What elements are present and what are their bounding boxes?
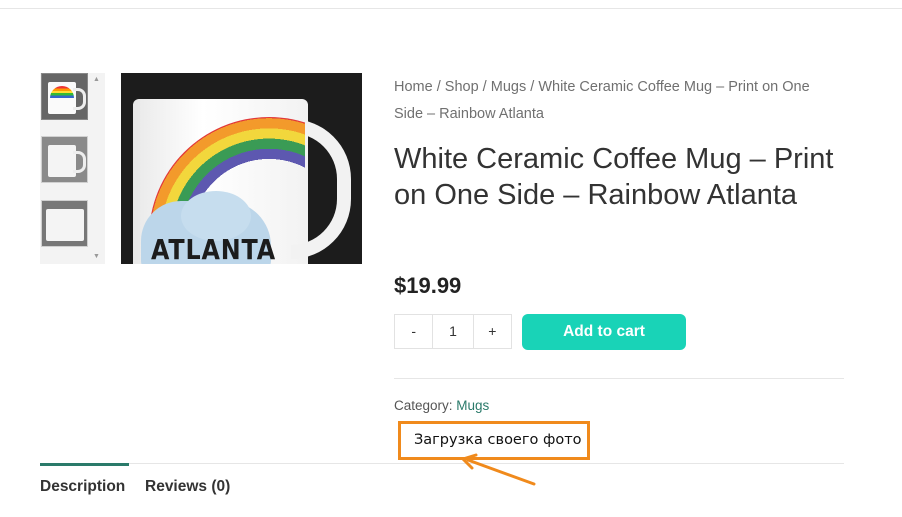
breadcrumb: Home / Shop / Mugs / White Ceramic Coffe… (394, 74, 834, 128)
breadcrumb-mugs[interactable]: Mugs (491, 79, 526, 95)
product-price: $19.99 (394, 273, 462, 298)
divider (394, 378, 844, 379)
mug-thumbnail-image (46, 209, 84, 241)
category-link-mugs[interactable]: Mugs (456, 398, 489, 413)
breadcrumb-separator: / (526, 79, 539, 95)
tab-reviews[interactable]: Reviews (0) (145, 478, 230, 496)
add-to-cart-button[interactable]: Add to cart (522, 314, 686, 350)
breadcrumb-home[interactable]: Home (394, 79, 433, 95)
category-label: Category: (394, 398, 457, 413)
upload-photo-button[interactable]: Загрузка своего фото (398, 421, 590, 460)
scroll-up-icon[interactable]: ▲ (89, 73, 104, 87)
quantity-input[interactable]: 1 (432, 315, 474, 348)
product-title: White Ceramic Coffee Mug – Print on One … (394, 143, 834, 211)
thumbnail-scrollbar[interactable]: ▲ ▼ (89, 73, 104, 264)
breadcrumb-shop[interactable]: Shop (445, 79, 479, 95)
quantity-stepper: - 1 + (394, 314, 512, 349)
mug-print-text: ATLANTA (151, 233, 277, 264)
product-category: Category: Mugs (394, 398, 489, 413)
product-main-image[interactable]: ATLANTA (121, 73, 362, 264)
tab-description[interactable]: Description (40, 478, 125, 496)
breadcrumb-separator: / (432, 79, 445, 95)
quantity-minus-button[interactable]: - (395, 315, 432, 348)
mug-handle-graphic (73, 151, 86, 173)
active-tab-indicator (40, 463, 129, 466)
header-divider (0, 8, 902, 9)
tabs-divider (40, 463, 844, 464)
quantity-plus-button[interactable]: + (474, 315, 511, 348)
mug-thumbnail-image (48, 145, 76, 177)
product-thumbnails: ▲ ▼ (40, 73, 105, 264)
breadcrumb-separator: / (478, 79, 491, 95)
thumbnail-3[interactable] (41, 200, 88, 247)
scroll-down-icon[interactable]: ▼ (89, 250, 104, 264)
mug-handle-graphic (73, 88, 86, 110)
thumbnail-2[interactable] (41, 136, 88, 183)
thumbnail-1[interactable] (41, 73, 88, 120)
